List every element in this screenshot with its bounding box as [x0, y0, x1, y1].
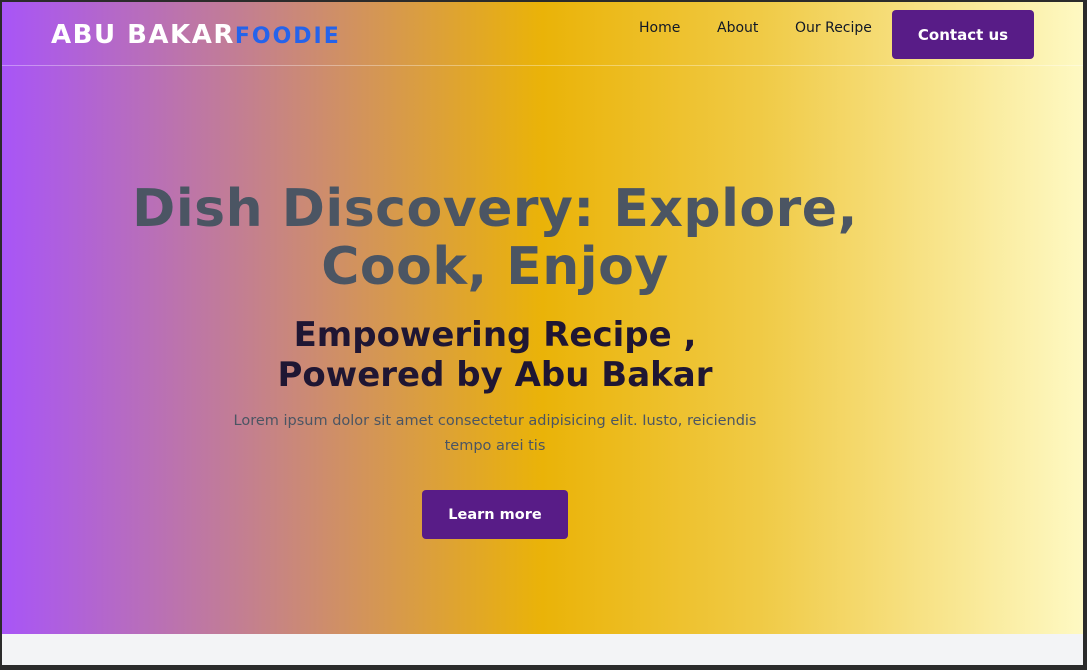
contact-us-button[interactable]: Contact us: [892, 10, 1034, 59]
nav-link-home[interactable]: Home: [639, 20, 680, 36]
nav-link-about[interactable]: About: [717, 20, 758, 36]
navbar: ABU BAKARFOODIE Home About Our Recipe Co…: [2, 2, 1083, 66]
browser-viewport: ABU BAKARFOODIE Home About Our Recipe Co…: [2, 2, 1083, 665]
hero-title: Dish Discovery: Explore, Cook, Enjoy: [132, 179, 858, 297]
brand-accent: FOODIE: [234, 24, 341, 49]
hero-subtitle: Empowering Recipe , Powered by Abu Bakar: [277, 315, 713, 395]
brand-logo[interactable]: ABU BAKARFOODIE: [51, 20, 341, 50]
hero-section: ABU BAKARFOODIE Home About Our Recipe Co…: [2, 2, 1083, 634]
learn-more-button[interactable]: Learn more: [422, 490, 568, 539]
hero-description: Lorem ipsum dolor sit amet consectetur a…: [233, 413, 757, 454]
brand-name: ABU BAKAR: [51, 20, 235, 50]
nav-link-our-recipe[interactable]: Our Recipe: [795, 20, 872, 36]
